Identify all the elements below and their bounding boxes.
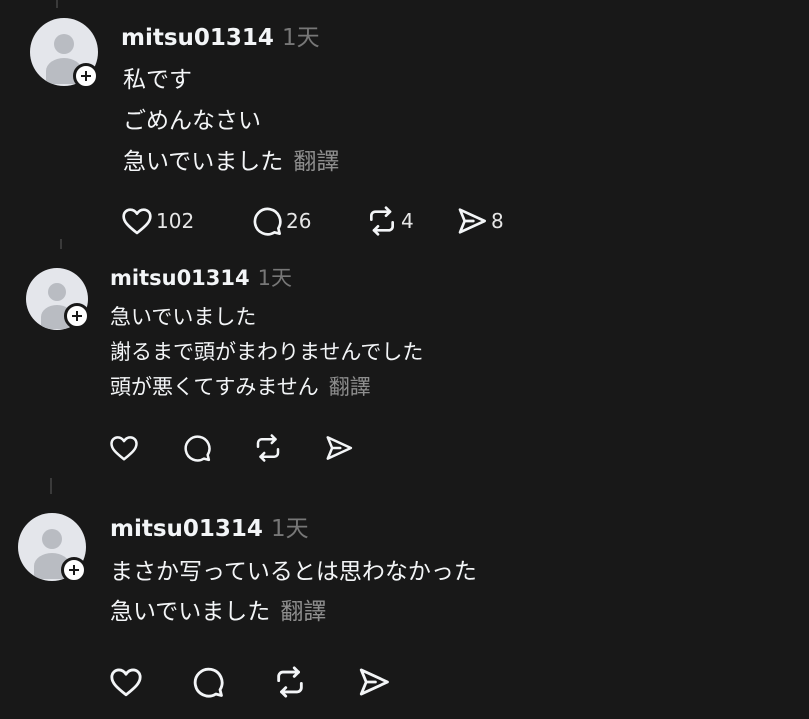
post-header: mitsu01314 1天 <box>110 262 292 292</box>
like-count: 102 <box>156 209 195 233</box>
share-button[interactable] <box>324 433 357 463</box>
translate-link[interactable]: 翻譯 <box>329 375 371 399</box>
comment-button[interactable]: 26 <box>251 205 366 237</box>
repost-arrows-icon <box>370 206 394 236</box>
share-button[interactable] <box>357 665 394 699</box>
follow-button[interactable] <box>61 557 87 583</box>
default-avatar-icon <box>54 34 74 54</box>
repost-button[interactable]: 4 <box>366 205 456 237</box>
speech-bubble-icon <box>193 667 224 698</box>
translate-link[interactable]: 翻譯 <box>280 599 326 625</box>
post-header: mitsu01314 1天 <box>110 509 309 543</box>
share-button[interactable]: 8 <box>456 205 504 237</box>
plus-icon <box>69 565 79 575</box>
send-icon <box>326 436 353 460</box>
follow-button[interactable] <box>64 303 90 329</box>
share-count: 8 <box>491 209 504 233</box>
username[interactable]: mitsu01314 <box>110 266 250 290</box>
post-text: まさか写っているとは思わなかった 急いでいました 翻譯 <box>110 552 477 632</box>
action-bar: 102 26 4 8 <box>121 205 504 237</box>
timestamp[interactable]: 1天 <box>282 18 320 52</box>
username[interactable]: mitsu01314 <box>121 25 274 51</box>
thread-post: mitsu01314 1天 私です ごめんなさい 急いでいました 翻譯 102 2… <box>0 0 809 245</box>
like-button[interactable] <box>109 666 191 698</box>
plus-icon <box>72 311 82 321</box>
heart-icon <box>110 668 142 697</box>
post-line: 謝るまで頭がまわりませんでした <box>110 340 424 364</box>
default-avatar-icon <box>48 283 66 301</box>
translate-link[interactable]: 翻譯 <box>293 149 339 175</box>
post-header: mitsu01314 1天 <box>121 18 320 52</box>
repost-count: 4 <box>401 209 414 233</box>
username[interactable]: mitsu01314 <box>110 516 263 542</box>
send-icon <box>359 668 389 696</box>
default-avatar-icon <box>42 529 62 549</box>
post-line: 急いでいました 翻譯 <box>110 599 327 625</box>
comment-count: 26 <box>286 209 312 233</box>
comment-button[interactable] <box>182 433 253 463</box>
send-icon <box>458 208 486 234</box>
heart-icon <box>110 436 138 461</box>
post-line: 急いでいました 翻譯 <box>123 149 340 175</box>
repost-button[interactable] <box>253 433 324 463</box>
post-text: 急いでいました 謝るまで頭がまわりませんでした 頭が悪くてすみません 翻譯 <box>110 300 423 405</box>
action-bar <box>109 665 394 699</box>
heart-icon <box>122 208 152 235</box>
timestamp[interactable]: 1天 <box>258 262 292 292</box>
post-line: まさか写っているとは思わなかった <box>110 559 477 585</box>
post-line: 頭が悪くてすみません 翻譯 <box>110 375 371 399</box>
comment-button[interactable] <box>191 665 273 699</box>
repost-arrows-icon <box>256 434 280 462</box>
timestamp[interactable]: 1天 <box>271 509 309 543</box>
plus-icon <box>81 71 91 81</box>
thread-line <box>50 478 52 494</box>
speech-bubble-icon <box>184 435 211 462</box>
post-line: 急いでいました <box>110 305 257 329</box>
like-button[interactable] <box>109 434 182 462</box>
repost-button[interactable] <box>273 665 357 699</box>
post-line: 私です <box>123 67 192 93</box>
post-text: 私です ごめんなさい 急いでいました 翻譯 <box>123 60 339 183</box>
speech-bubble-icon <box>253 207 282 236</box>
action-bar <box>109 433 357 463</box>
post-line: ごめんなさい <box>123 108 261 134</box>
follow-button[interactable] <box>73 63 99 89</box>
like-button[interactable]: 102 <box>121 206 251 236</box>
repost-arrows-icon <box>277 666 303 698</box>
